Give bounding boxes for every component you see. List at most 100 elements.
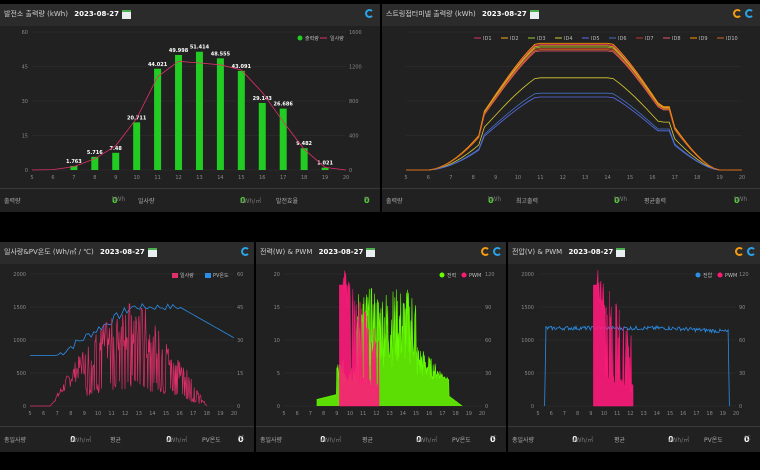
panel-title: 일사량&PV온도 (Wh/㎡ / ℃) 2023-08-27 [4, 247, 157, 257]
refresh-icon[interactable] [745, 9, 754, 18]
x-tick-label: 12 [122, 411, 128, 417]
panel-header: 발전소 출력량 (kWh) 2023-08-27 [0, 4, 380, 26]
x-tick-label: 7 [449, 175, 452, 181]
x-tick-label: 5 [536, 411, 539, 417]
x-tick-label: 9 [494, 175, 497, 181]
y-tick-label: 1000 [521, 338, 534, 344]
string-series-line [406, 46, 742, 171]
reload-icon[interactable] [481, 247, 490, 256]
string-series-line [406, 45, 742, 171]
stat-unit: kWh/㎡ [320, 437, 342, 444]
x-tick-label: 20 [231, 411, 237, 417]
x-tick-label: 6 [296, 411, 299, 417]
x-tick-label: 9 [335, 411, 338, 417]
x-tick-label: 8 [576, 411, 579, 417]
stat-label: 총일사량 [4, 437, 27, 444]
panel-title: 스트링접터미넬 출력량 (kWh) 2023-08-27 [386, 9, 539, 19]
date-label: 2023-08-27 [99, 248, 145, 256]
y-tick-label: 0 [23, 404, 26, 410]
y2-tick-label: 15 [237, 371, 243, 377]
data-label: 26.686 [274, 102, 294, 108]
x-tick-label: 16 [259, 175, 265, 181]
x-tick-label: 13 [640, 411, 646, 417]
x-tick-label: 11 [614, 411, 620, 417]
panel-title-text: 전력(W) & PWM [260, 248, 313, 256]
refresh-icon[interactable] [365, 9, 374, 18]
x-tick-label: 8 [472, 175, 475, 181]
stat-unit: kWh/㎡ [70, 437, 92, 444]
x-tick-label: 12 [560, 175, 566, 181]
stat-label: PV온도 [704, 437, 723, 444]
stat-unit: % [364, 196, 370, 203]
x-tick-label: 10 [515, 175, 521, 181]
calendar-icon[interactable] [366, 247, 376, 257]
reload-icon[interactable] [733, 9, 742, 18]
x-tick-label: 6 [51, 175, 54, 181]
panel-title: 발전소 출력량 (kWh) 2023-08-27 [4, 9, 131, 19]
legend-marker [461, 272, 467, 278]
x-tick-label: 6 [42, 411, 45, 417]
y-tick-label: 15 [22, 134, 28, 140]
voltage-line [544, 325, 730, 407]
stat-unit: kWh [112, 196, 126, 203]
refresh-icon[interactable] [747, 247, 756, 256]
stat-unit: ℃ [238, 435, 245, 442]
bar [195, 51, 203, 170]
data-label: 48.555 [211, 51, 231, 57]
stat-unit: kWh [734, 196, 748, 203]
y2-tick-label: 30 [739, 371, 745, 377]
x-tick-label: 17 [672, 175, 678, 181]
panel-string-output: 스트링접터미넬 출력량 (kWh) 2023-08-27 5 6 7 8 9 10 11 12… [382, 4, 760, 212]
y-tick-label: 0 [277, 404, 280, 410]
stat-label: 평균출력 [644, 198, 667, 205]
stat-unit: kWh [614, 196, 628, 203]
calendar-icon[interactable] [147, 247, 157, 257]
x-tick-label: 18 [301, 175, 307, 181]
data-label: 29.143 [253, 96, 273, 102]
y2-tick-label: 1600 [349, 30, 362, 36]
panel-voltage-pwm: 전압(V) & PWM 2023-08-27 2000 120 1500 90 1000… [508, 242, 760, 452]
legend-label: PWM [469, 273, 481, 279]
panel-title: 전압(V) & PWM 2023-08-27 [512, 247, 626, 257]
string-series-line [406, 42, 742, 171]
y-tick-label: 45 [22, 65, 28, 71]
x-tick-label: 10 [601, 411, 607, 417]
y-tick-label: 0 [25, 168, 28, 174]
panel-power-pwm: 전력(W) & PWM 2023-08-27 20 120 15 90 10 60 5 30 0… [256, 242, 506, 452]
x-tick-label: 19 [217, 411, 223, 417]
x-tick-label: 15 [163, 411, 169, 417]
bar [237, 70, 245, 170]
calendar-icon[interactable] [121, 9, 131, 19]
string-series-line [406, 44, 742, 171]
string-series-line [406, 50, 742, 171]
x-tick-label: 16 [426, 411, 432, 417]
refresh-icon[interactable] [241, 247, 250, 256]
stat-unit: kWh/㎡ [416, 437, 438, 444]
reload-icon[interactable] [735, 247, 744, 256]
refresh-icon[interactable] [493, 247, 502, 256]
y-tick-label: 500 [16, 371, 26, 377]
legend-label: ID5 [591, 36, 600, 42]
legend-marker [439, 272, 445, 278]
x-tick-label: 19 [322, 175, 328, 181]
x-tick-label: 5 [28, 411, 31, 417]
x-tick-label: 9 [83, 411, 86, 417]
x-tick-label: 6 [550, 411, 553, 417]
x-tick-label: 16 [176, 411, 182, 417]
x-tick-label: 14 [604, 175, 610, 181]
y2-tick-label: 60 [739, 338, 745, 344]
y2-tick-label: 0 [349, 168, 352, 174]
legend-label: ID1 [483, 36, 492, 42]
calendar-icon[interactable] [616, 247, 626, 257]
y-tick-label: 0 [531, 404, 534, 410]
x-tick-label: 13 [386, 411, 392, 417]
x-tick-label: 11 [537, 175, 543, 181]
y2-tick-label: 30 [237, 338, 243, 344]
y-tick-label: 2000 [13, 272, 26, 278]
x-tick-label: 7 [563, 411, 566, 417]
stat-label: 평균 [362, 437, 374, 444]
legend-marker [205, 273, 211, 278]
x-tick-label: 18 [452, 411, 458, 417]
calendar-icon[interactable] [529, 9, 539, 19]
x-tick-label: 13 [582, 175, 588, 181]
